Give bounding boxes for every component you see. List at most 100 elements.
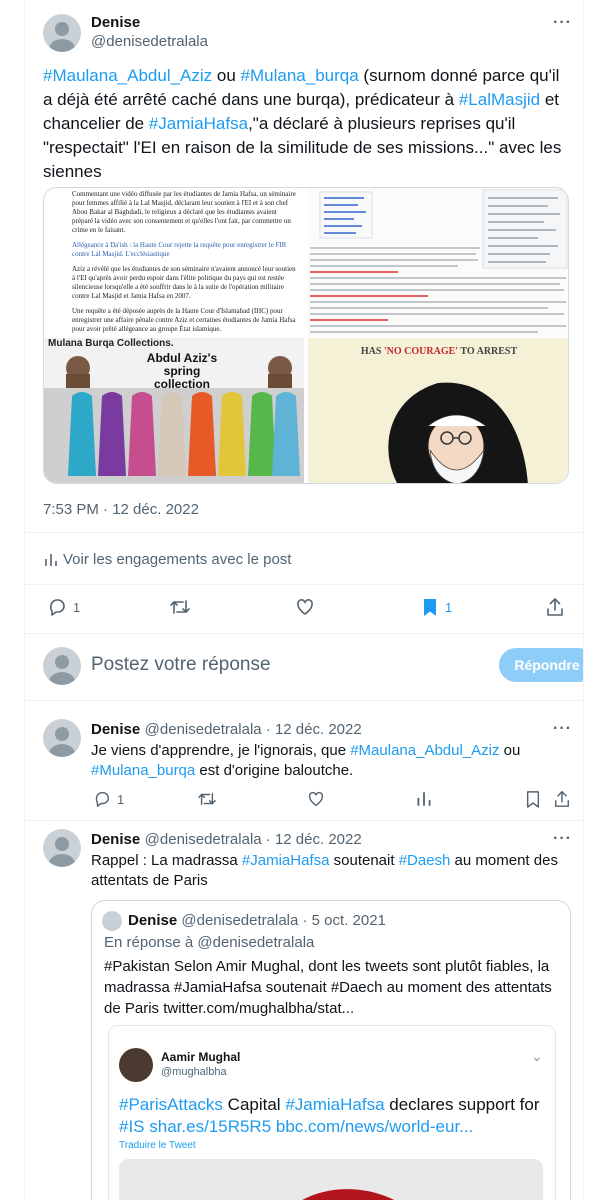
article-screenshot: Commentant une vidéo diffusée par les ét… (44, 188, 306, 336)
hashtag-link[interactable]: #Maulana_Abdul_Aziz (350, 742, 499, 759)
article-paragraph: Une requête a été déposée auprès de la H… (72, 307, 296, 333)
wiki-page-graphic (308, 188, 568, 336)
reply-icon (50, 599, 65, 616)
quoted-reply-to[interactable]: En réponse à @denisedetralala (104, 934, 314, 951)
divider (25, 633, 583, 634)
hashtag-link[interactable]: #JamiaHafsa (242, 852, 330, 869)
retweet-button[interactable] (169, 597, 191, 617)
divider (25, 820, 583, 821)
quoted-meta: @denisedetralala · 5 oct. 2021 (181, 912, 386, 929)
reply-button[interactable]: 1 (47, 597, 80, 617)
burqa-collection-image: Mulana Burqa Collections. Abdul Aziz's s… (44, 338, 306, 483)
share-icon (547, 598, 563, 616)
article-paragraph: Commentant une vidéo diffusée par les ét… (72, 190, 296, 234)
divider (25, 584, 583, 585)
reply1-reply-button[interactable]: 1 (93, 790, 124, 808)
embedded-text: #ParisAttacks Capital #JamiaHafsa declar… (119, 1094, 549, 1138)
tweet-media[interactable]: Commentant une vidéo diffusée par les ét… (43, 187, 569, 484)
text-segment: Rappel : La madrassa (91, 852, 242, 869)
hashtag-link[interactable]: shar.es/15R5R5 bbc.com/news/world-eur... (145, 1117, 473, 1136)
reply-icon (95, 791, 109, 807)
bbc-graphic (119, 1159, 543, 1200)
reply2-avatar[interactable] (43, 829, 81, 867)
reply1-avatar[interactable] (43, 719, 81, 757)
bookmark-count: 1 (445, 599, 453, 615)
burqa-figures (44, 356, 304, 483)
quoted-header: Denise @denisedetralala · 5 oct. 2021 (128, 912, 386, 929)
article-link: Allégeance à Da'ish : la Haute Cour reje… (72, 241, 287, 258)
analytics-icon (45, 553, 57, 566)
quoted-author-name: Denise (128, 912, 178, 929)
text-segment: declares support for (384, 1095, 540, 1114)
reply-submit-button[interactable]: Répondre (499, 648, 583, 682)
tweet-timestamp[interactable]: 7:53 PM · 12 déc. 2022 (43, 501, 199, 518)
text-segment: Je viens d'apprendre, je l'ignorais, que (91, 742, 351, 759)
quoted-tweet[interactable]: Denise @denisedetralala · 5 oct. 2021 En… (91, 900, 571, 1200)
bookmark-button[interactable]: 1 (421, 597, 452, 617)
like-icon (308, 791, 324, 807)
retweet-icon (198, 792, 216, 806)
hashtag-link[interactable]: #Daesh (399, 852, 451, 869)
cartoon-figure (388, 382, 528, 483)
like-icon (297, 599, 313, 615)
hashtag-link[interactable]: #Mulana_burqa (91, 762, 195, 779)
reply2-header: Denise @denisedetralala · 12 déc. 2022 (91, 831, 362, 849)
text-segment: ou (499, 742, 521, 759)
embedded-avatar (119, 1048, 153, 1082)
bookmark-icon (526, 791, 540, 808)
compose-avatar[interactable] (43, 647, 81, 685)
reply1-analytics-button[interactable] (415, 790, 433, 808)
cartoon-image: HAS 'NO COURAGE' TO ARREST (308, 338, 568, 483)
embedded-translate-link: Traduire le Tweet (119, 1140, 196, 1151)
text-segment: ou (212, 66, 241, 85)
view-engagements-link[interactable]: Voir les engagements avec le post (43, 551, 291, 568)
more-icon[interactable]: ··· (553, 720, 572, 738)
reply1-like-button[interactable] (307, 790, 325, 808)
reply1-author-name[interactable]: Denise (91, 721, 140, 738)
reply2-meta[interactable]: @denisedetralala · 12 déc. 2022 (145, 831, 362, 848)
hashtag-link[interactable]: #Maulana_Abdul_Aziz (43, 66, 212, 85)
share-button[interactable] (545, 597, 565, 617)
hashtag-link[interactable]: #Mulana_burqa (241, 66, 359, 85)
view-engagements-label: Voir les engagements avec le post (63, 551, 292, 568)
wiki-screenshot (308, 188, 568, 336)
divider (25, 700, 583, 701)
text-segment: soutenait (329, 852, 399, 869)
hashtag-link[interactable]: #JamiaHafsa (149, 114, 248, 133)
hashtag-link[interactable]: #IS (119, 1117, 145, 1136)
author-name[interactable]: Denise (91, 14, 140, 31)
reply1-retweet-button[interactable] (197, 790, 217, 808)
reply2-author-name[interactable]: Denise (91, 831, 140, 848)
reply1-header: Denise @denisedetralala · 12 déc. 2022 (91, 721, 362, 739)
tweet-text: #Maulana_Abdul_Aziz ou #Mulana_burqa (su… (43, 64, 567, 184)
author-handle[interactable]: @denisedetralala (91, 33, 208, 50)
reply1-share-button[interactable] (553, 790, 571, 808)
analytics-icon (417, 792, 431, 806)
reply1-text: Je viens d'apprendre, je l'ignorais, que… (91, 741, 569, 781)
embedded-author-handle: @mughalbha (161, 1066, 227, 1078)
quoted-text: #Pakistan Selon Amir Mughal, dont les tw… (104, 958, 552, 1017)
share-icon (554, 791, 570, 807)
quoted-avatar (102, 911, 122, 931)
more-icon[interactable]: ··· (553, 830, 572, 848)
divider (25, 532, 583, 533)
hashtag-link[interactable]: #LalMasjid (459, 90, 540, 109)
reply1-bookmark-button[interactable] (525, 790, 541, 808)
embedded-link-preview (119, 1159, 543, 1200)
text-segment: Capital (222, 1095, 286, 1114)
text-segment: est d'origine baloutche. (195, 762, 354, 779)
more-icon[interactable]: ··· (553, 14, 572, 32)
embedded-tweet-image: Aamir Mughal @mughalbha ⌄ #ParisAttacks … (108, 1025, 556, 1200)
like-button[interactable] (295, 597, 315, 617)
hashtag-link[interactable]: #ParisAttacks (119, 1095, 223, 1114)
reply1-meta[interactable]: @denisedetralala · 12 déc. 2022 (145, 721, 362, 738)
timeline-column: Denise @denisedetralala ··· #Maulana_Abd… (24, 0, 584, 1200)
reply-input[interactable]: Postez votre réponse (91, 654, 271, 676)
avatar[interactable] (43, 14, 81, 52)
hashtag-link[interactable]: #JamiaHafsa (285, 1095, 384, 1114)
article-paragraph: Aziz a révélé que les étudiantes de son … (72, 265, 296, 300)
chevron-down-icon: ⌄ (531, 1048, 543, 1064)
embedded-author-name: Aamir Mughal (161, 1050, 241, 1064)
reply1-reply-count: 1 (117, 791, 125, 807)
retweet-icon (170, 600, 190, 614)
